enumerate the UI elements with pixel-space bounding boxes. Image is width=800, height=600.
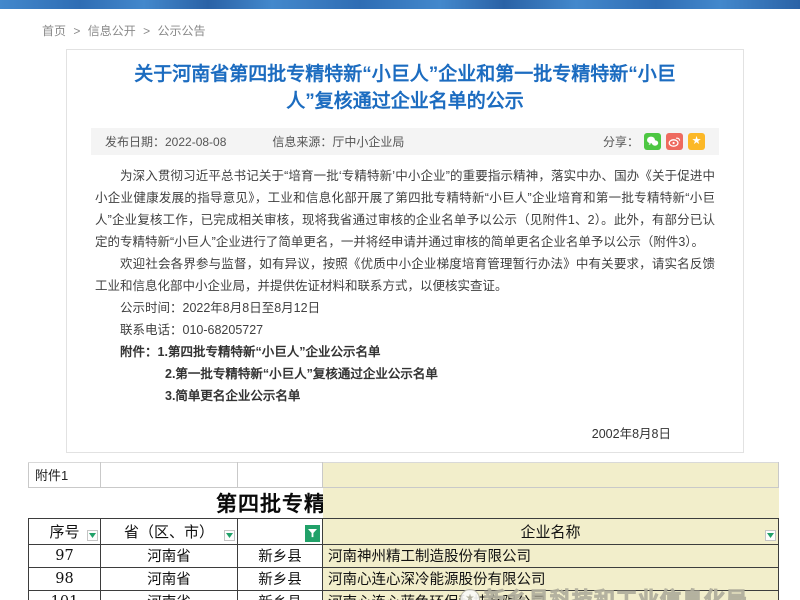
cell-company[interactable]: 河南心连心蓝色环保科技有限公司 [323, 590, 779, 600]
attachment1-cell[interactable]: 附件1 [29, 462, 101, 487]
column-header-seq: 序号 [49, 523, 79, 541]
attachment-spreadsheet: 附件1 第四批专精特新“小巨人”企业公示名单 序号 省（区、市） 企业名称 97… [28, 462, 778, 600]
weibo-share-icon[interactable] [666, 133, 683, 150]
table-title: 第四批专精特新“小巨人”企业公示名单 [29, 488, 323, 519]
qzone-share-icon[interactable]: ★ [688, 133, 705, 150]
contact-phone: 联系电话：010-68205727 [95, 319, 715, 341]
attachment-link-3[interactable]: 3.简单更名企业公示名单 [165, 389, 300, 403]
cell-province[interactable]: 河南省 [101, 590, 238, 600]
spreadsheet-title-row: 第四批专精特新“小巨人”企业公示名单 [29, 487, 779, 518]
spreadsheet-header-row: 序号 省（区、市） 企业名称 [29, 518, 779, 544]
page-title: 关于河南省第四批专精特新“小巨人”企业和第一批专精特新“小巨人”复核通过企业名单… [87, 58, 723, 126]
breadcrumb: 首页 > 信息公开 > 公示公告 [0, 9, 800, 49]
spreadsheet-row-attachment-label: 附件1 [29, 462, 779, 487]
cell-seq[interactable]: 98 [29, 567, 101, 590]
breadcrumb-separator: > [143, 24, 150, 38]
attachment-line-2: 2.第一批专精特新“小巨人”复核通过企业公示名单 [95, 363, 715, 385]
cell-county[interactable]: 新乡县 [238, 590, 323, 600]
cell-company[interactable]: 河南神州精工制造股份有限公司 [323, 544, 779, 567]
publish-date: 发布日期：2022-08-08 [105, 133, 226, 150]
cell-province[interactable]: 河南省 [101, 567, 238, 590]
attachment-link-1[interactable]: 1.第四批专精特新“小巨人”企业公示名单 [158, 345, 381, 359]
article-meta-bar: 发布日期：2022-08-08 信息来源：厅中小企业局 分享： ★ [91, 128, 719, 155]
breadcrumb-announcements[interactable]: 公示公告 [157, 24, 205, 38]
attachment-line-3: 3.简单更名企业公示名单 [95, 385, 715, 407]
breadcrumb-info-disclosure[interactable]: 信息公开 [88, 24, 136, 38]
cell-company[interactable]: 河南心连心深冷能源股份有限公司 [323, 567, 779, 590]
cell-province[interactable]: 河南省 [101, 544, 238, 567]
share-buttons: 分享： ★ [603, 133, 705, 150]
publicity-time: 公示时间：2022年8月8日至8月12日 [95, 297, 715, 319]
breadcrumb-separator: > [73, 24, 80, 38]
table-row: 101 河南省 新乡县 河南心连心蓝色环保科技有限公司 [29, 590, 779, 600]
paragraph-1: 为深入贯彻习近平总书记关于“培育一批‘专精特新’中小企业”的重要指示精神，落实中… [95, 165, 715, 253]
article-container: 关于河南省第四批专精特新“小巨人”企业和第一批专精特新“小巨人”复核通过企业名单… [66, 49, 744, 453]
info-source: 信息来源：厅中小企业局 [272, 133, 404, 150]
column-header-company: 企业名称 [520, 523, 580, 541]
column-header-province: 省（区、市） [124, 523, 214, 541]
cell-seq[interactable]: 97 [29, 544, 101, 567]
active-filter-funnel-icon[interactable] [305, 525, 320, 542]
cell-seq[interactable]: 101 [29, 590, 101, 600]
filter-dropdown-icon[interactable] [765, 530, 776, 541]
attachment-link-2[interactable]: 2.第一批专精特新“小巨人”复核通过企业公示名单 [165, 367, 438, 381]
cell-county[interactable]: 新乡县 [238, 567, 323, 590]
cell-county[interactable]: 新乡县 [238, 544, 323, 567]
top-nav-strip [0, 0, 800, 9]
table-row: 97 河南省 新乡县 河南神州精工制造股份有限公司 [29, 544, 779, 567]
filter-dropdown-icon[interactable] [224, 530, 235, 541]
filter-dropdown-icon[interactable] [87, 530, 98, 541]
sign-date: 2002年8月8日 [87, 407, 723, 442]
wechat-share-icon[interactable] [644, 133, 661, 150]
breadcrumb-home[interactable]: 首页 [42, 24, 66, 38]
table-row: 98 河南省 新乡县 河南心连心深冷能源股份有限公司 [29, 567, 779, 590]
share-label: 分享： [603, 133, 639, 150]
attachment-line-1: 附件：1.第四批专精特新“小巨人”企业公示名单 [95, 341, 715, 363]
paragraph-2: 欢迎社会各界参与监督，如有异议，按照《优质中小企业梯度培育管理暂行办法》中有关要… [95, 253, 715, 297]
attachments-label: 附件： [120, 345, 158, 359]
